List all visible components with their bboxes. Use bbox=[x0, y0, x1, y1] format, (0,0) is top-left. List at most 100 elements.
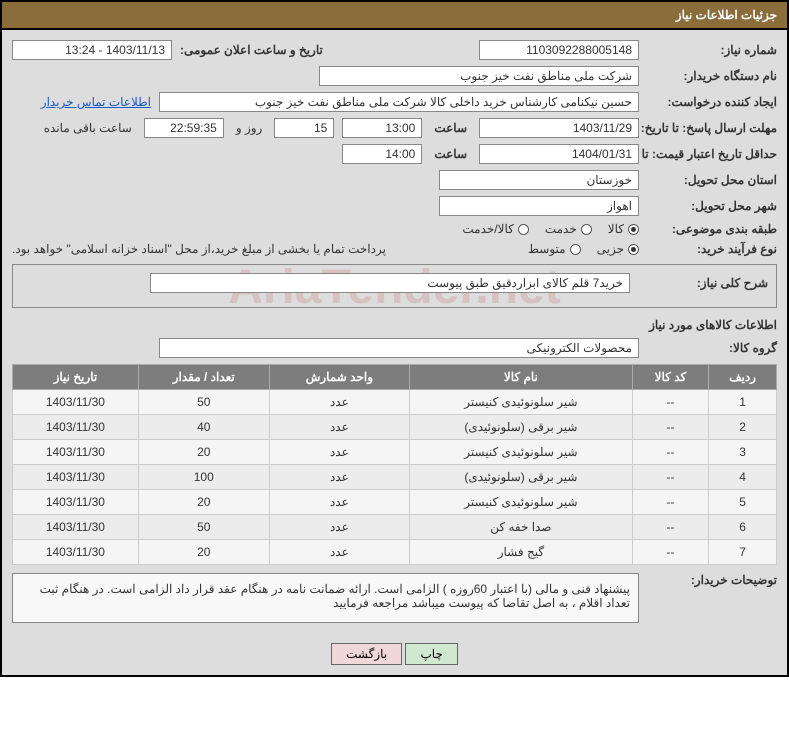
deadline-date-value: 1403/11/29 bbox=[479, 118, 639, 138]
table-row: 5--شیر سلونوئیدی کنیسترعدد201403/11/30 bbox=[13, 490, 777, 515]
back-button[interactable]: بازگشت bbox=[331, 643, 402, 665]
table-cell: 1403/11/30 bbox=[13, 540, 139, 565]
table-cell: 4 bbox=[709, 465, 777, 490]
request-creator-label: ایجاد کننده درخواست: bbox=[647, 95, 777, 109]
province-label: استان محل تحویل: bbox=[647, 173, 777, 187]
table-cell: شیر برقی (سلونوئیدی) bbox=[410, 415, 633, 440]
table-cell: 1403/11/30 bbox=[13, 515, 139, 540]
table-cell: شیر برقی (سلونوئیدی) bbox=[410, 465, 633, 490]
countdown-value: 22:59:35 bbox=[144, 118, 224, 138]
notes-value: پیشنهاد فنی و مالی (با اعتبار 60روزه ) ا… bbox=[12, 573, 639, 623]
radio-goods-label: کالا bbox=[608, 222, 624, 236]
table-cell: عدد bbox=[269, 465, 409, 490]
th-name: نام کالا bbox=[410, 365, 633, 390]
table-cell: 20 bbox=[138, 490, 269, 515]
table-row: 6--صدا خفه کنعدد501403/11/30 bbox=[13, 515, 777, 540]
table-cell: 7 bbox=[709, 540, 777, 565]
table-cell: -- bbox=[632, 440, 708, 465]
need-number-value: 1103092288005148 bbox=[479, 40, 639, 60]
table-cell: -- bbox=[632, 390, 708, 415]
deadline-label: مهلت ارسال پاسخ: تا تاریخ: bbox=[647, 121, 777, 135]
city-value: اهواز bbox=[439, 196, 639, 216]
table-cell: 1 bbox=[709, 390, 777, 415]
validity-time-value: 14:00 bbox=[342, 144, 422, 164]
page-title: جزئیات اطلاعات نیاز bbox=[2, 2, 787, 30]
table-cell: گیج فشار bbox=[410, 540, 633, 565]
print-button[interactable]: چاپ bbox=[405, 643, 457, 665]
buyer-org-label: نام دستگاه خریدار: bbox=[647, 69, 777, 83]
table-row: 3--شیر سلونوئیدی کنیسترعدد201403/11/30 bbox=[13, 440, 777, 465]
table-cell: صدا خفه کن bbox=[410, 515, 633, 540]
table-cell: 6 bbox=[709, 515, 777, 540]
table-cell: 20 bbox=[138, 440, 269, 465]
th-code: کد کالا bbox=[632, 365, 708, 390]
table-cell: 50 bbox=[138, 390, 269, 415]
table-cell: شیر سلونوئیدی کنیستر bbox=[410, 390, 633, 415]
table-cell: عدد bbox=[269, 440, 409, 465]
table-cell: 1403/11/30 bbox=[13, 490, 139, 515]
deadline-time-value: 13:00 bbox=[342, 118, 422, 138]
radio-both-label: کالا/خدمت bbox=[462, 222, 513, 236]
table-row: 2--شیر برقی (سلونوئیدی)عدد401403/11/30 bbox=[13, 415, 777, 440]
table-row: 4--شیر برقی (سلونوئیدی)عدد1001403/11/30 bbox=[13, 465, 777, 490]
days-remaining-value: 15 bbox=[274, 118, 334, 138]
announce-date-label: تاریخ و ساعت اعلان عمومی: bbox=[180, 43, 323, 57]
th-row: ردیف bbox=[709, 365, 777, 390]
province-value: خوزستان bbox=[439, 170, 639, 190]
need-number-label: شماره نیاز: bbox=[647, 43, 777, 57]
table-cell: 1403/11/30 bbox=[13, 440, 139, 465]
table-cell: -- bbox=[632, 415, 708, 440]
goods-table: ردیف کد کالا نام کالا واحد شمارش تعداد /… bbox=[12, 364, 777, 565]
group-value: محصولات الکترونیکی bbox=[159, 338, 639, 358]
table-cell: 3 bbox=[709, 440, 777, 465]
radio-goods[interactable]: کالا bbox=[608, 222, 639, 236]
notes-label: توضیحات خریدار: bbox=[647, 565, 777, 587]
radio-service-label: خدمت bbox=[545, 222, 577, 236]
radio-small[interactable]: جزیی bbox=[597, 242, 639, 256]
request-creator-value: حسین نیکنامی کارشناس خرید داخلی کالا شرک… bbox=[159, 92, 639, 112]
buyer-contact-link[interactable]: اطلاعات تماس خریدار bbox=[41, 95, 151, 109]
table-cell: 2 bbox=[709, 415, 777, 440]
th-qty: تعداد / مقدار bbox=[138, 365, 269, 390]
time-label-1: ساعت bbox=[434, 121, 467, 135]
process-label: نوع فرآیند خرید: bbox=[647, 242, 777, 256]
days-and-label: روز و bbox=[236, 121, 263, 135]
table-cell: 5 bbox=[709, 490, 777, 515]
table-cell: عدد bbox=[269, 415, 409, 440]
table-cell: -- bbox=[632, 540, 708, 565]
radio-service[interactable]: خدمت bbox=[545, 222, 592, 236]
table-cell: 1403/11/30 bbox=[13, 415, 139, 440]
table-cell: عدد bbox=[269, 540, 409, 565]
table-cell: 20 bbox=[138, 540, 269, 565]
goods-info-title: اطلاعات کالاهای مورد نیاز bbox=[12, 318, 777, 332]
process-note: پرداخت تمام یا بخشی از مبلغ خرید،از محل … bbox=[12, 242, 386, 256]
city-label: شهر محل تحویل: bbox=[647, 199, 777, 213]
table-cell: 40 bbox=[138, 415, 269, 440]
table-cell: -- bbox=[632, 465, 708, 490]
buyer-org-value: شرکت ملی مناطق نفت خیز جنوب bbox=[319, 66, 639, 86]
table-cell: 50 bbox=[138, 515, 269, 540]
desc-value: خرید7 قلم کالای ابزاردقیق طبق پیوست bbox=[150, 273, 630, 293]
th-unit: واحد شمارش bbox=[269, 365, 409, 390]
table-cell: عدد bbox=[269, 515, 409, 540]
table-cell: -- bbox=[632, 490, 708, 515]
table-cell: 1403/11/30 bbox=[13, 390, 139, 415]
category-label: طبقه بندی موضوعی: bbox=[647, 222, 777, 236]
table-row: 1--شیر سلونوئیدی کنیسترعدد501403/11/30 bbox=[13, 390, 777, 415]
table-cell: شیر سلونوئیدی کنیستر bbox=[410, 490, 633, 515]
radio-medium[interactable]: متوسط bbox=[528, 242, 581, 256]
remaining-label: ساعت باقی مانده bbox=[44, 121, 132, 135]
validity-label: حداقل تاریخ اعتبار قیمت: تا تاریخ: bbox=[647, 147, 777, 161]
group-label: گروه کالا: bbox=[647, 341, 777, 355]
radio-both[interactable]: کالا/خدمت bbox=[462, 222, 528, 236]
time-label-2: ساعت bbox=[434, 147, 467, 161]
table-row: 7--گیج فشارعدد201403/11/30 bbox=[13, 540, 777, 565]
radio-small-label: جزیی bbox=[597, 242, 624, 256]
table-cell: عدد bbox=[269, 390, 409, 415]
validity-date-value: 1404/01/31 bbox=[479, 144, 639, 164]
announce-date-value: 1403/11/13 - 13:24 bbox=[12, 40, 172, 60]
desc-label: شرح کلی نیاز: bbox=[638, 276, 768, 290]
table-cell: 100 bbox=[138, 465, 269, 490]
table-cell: شیر سلونوئیدی کنیستر bbox=[410, 440, 633, 465]
table-cell: عدد bbox=[269, 490, 409, 515]
